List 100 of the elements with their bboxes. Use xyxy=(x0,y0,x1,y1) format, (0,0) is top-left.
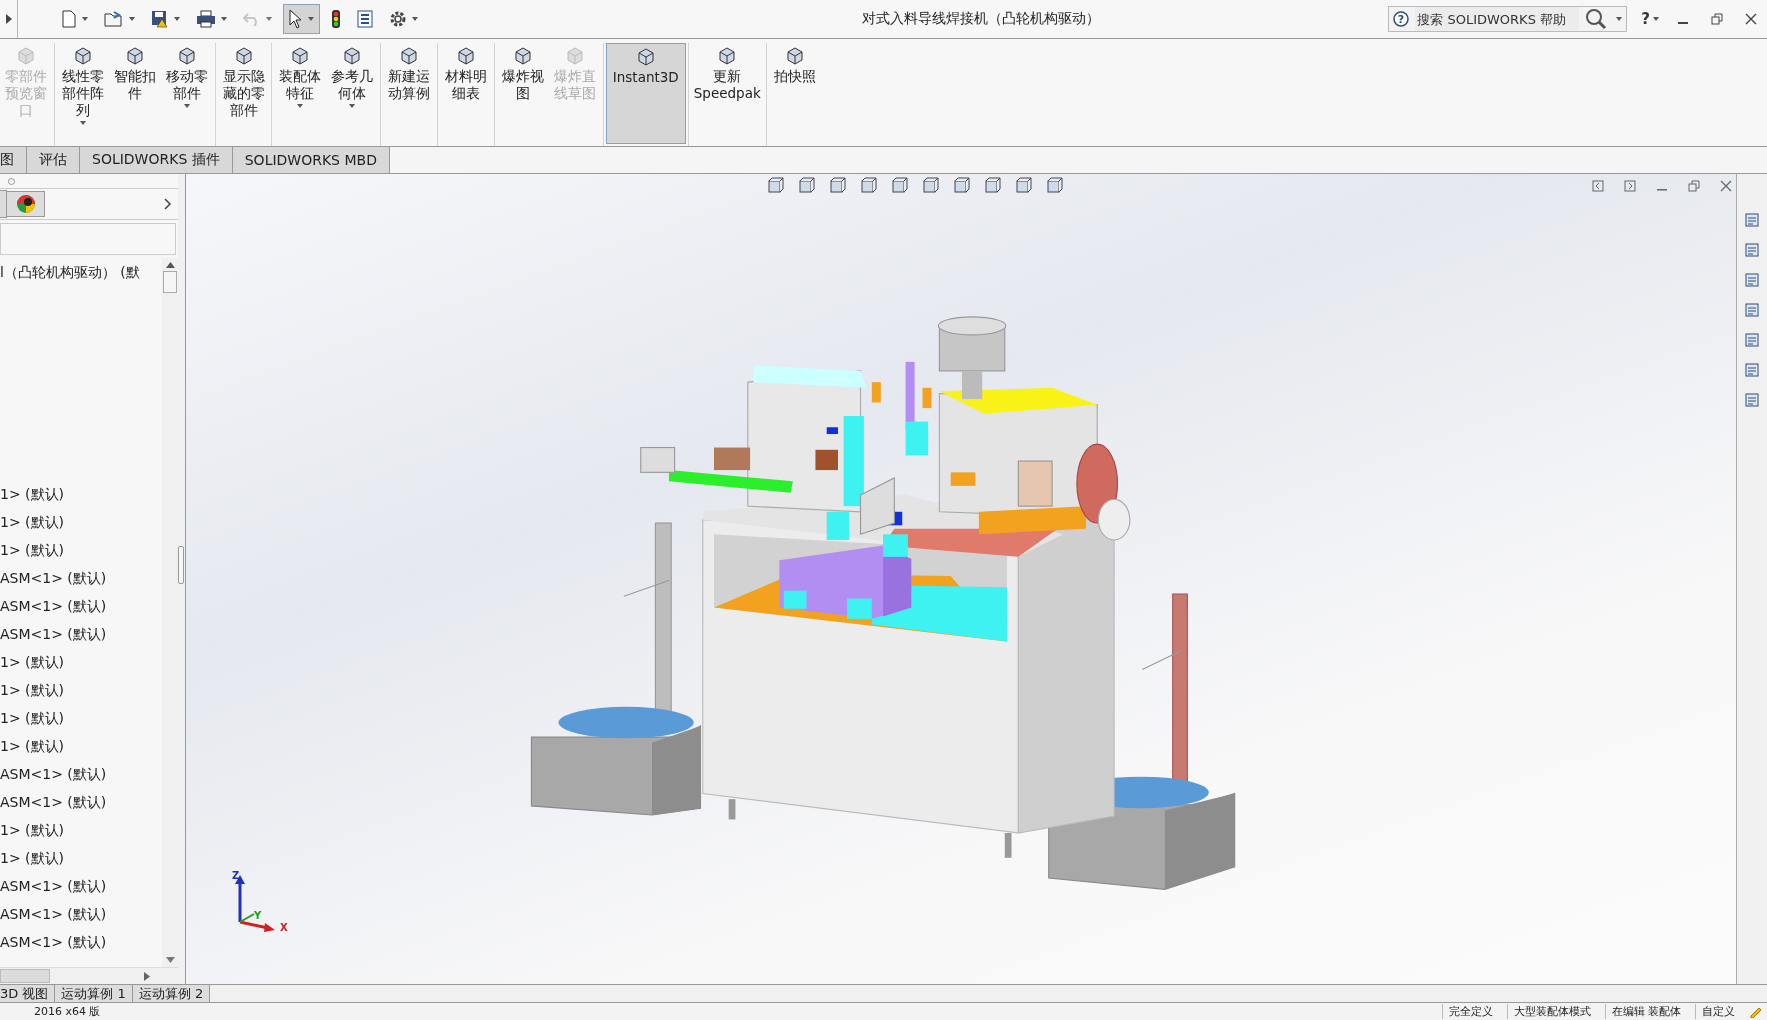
document-icon xyxy=(1744,302,1760,318)
tree-item[interactable]: ASM<1> (默认) xyxy=(0,564,162,592)
ribbon-button[interactable]: 参考几何体 xyxy=(326,43,379,144)
tree-item[interactable]: 1> (默认) xyxy=(0,480,162,508)
scrollbar-thumb[interactable] xyxy=(163,271,177,293)
bottom-tab[interactable]: 3D 视图 xyxy=(0,985,56,1002)
cube-icon xyxy=(717,46,738,66)
tree-item[interactable]: 1> (默认) xyxy=(0,732,162,760)
tree-item[interactable]: ASM<1> (默认) xyxy=(0,900,162,928)
cube-icon xyxy=(784,46,805,66)
ribbon-tab[interactable]: 评估 xyxy=(27,147,80,173)
view-tool-icon[interactable] xyxy=(1014,177,1032,195)
view-tool-icon[interactable] xyxy=(797,177,815,195)
axis-label: Z xyxy=(232,870,240,881)
tree-item[interactable]: ASM<1> (默认) xyxy=(0,872,162,900)
close-icon[interactable] xyxy=(1720,180,1732,192)
ribbon-button[interactable]: 移动零部件 xyxy=(160,43,213,144)
panel-tab[interactable] xyxy=(7,191,45,217)
ribbon-tab[interactable]: SOLIDWORKS MBD xyxy=(232,147,390,173)
scroll-up-icon[interactable] xyxy=(165,262,175,268)
ribbon-button[interactable]: 拍快照 xyxy=(768,43,821,144)
chevron-right-icon[interactable] xyxy=(164,198,172,210)
view-tool-icon[interactable] xyxy=(952,177,970,195)
help-button[interactable]: ? xyxy=(1641,10,1650,28)
caret-icon xyxy=(297,104,304,108)
cube-icon xyxy=(233,46,254,66)
scroll-right-icon[interactable] xyxy=(144,971,150,981)
view-tool-icon[interactable] xyxy=(828,177,846,195)
cube-icon xyxy=(564,46,585,66)
document-icon xyxy=(1744,242,1760,258)
tree-item[interactable]: 1> (默认) xyxy=(0,704,162,732)
bottom-tab[interactable]: 运动算例 1 xyxy=(55,985,133,1002)
view-tool-icon[interactable] xyxy=(1045,177,1063,195)
ribbon-button[interactable]: 装配体特征 xyxy=(274,43,327,144)
panel-right-icon[interactable] xyxy=(1624,180,1636,192)
status-text: 完全定义 xyxy=(1441,1004,1499,1019)
cube-icon xyxy=(72,46,93,66)
document-icon xyxy=(1744,362,1760,378)
view-tool-icon[interactable] xyxy=(890,177,908,195)
axis-label: Y xyxy=(254,910,262,921)
graphics-area[interactable]: Z Y X xyxy=(186,174,1736,984)
restore-icon[interactable] xyxy=(1711,13,1723,25)
ribbon-button[interactable]: 显示隐藏的零部件 xyxy=(217,43,270,144)
tree-item[interactable]: 1> (默认) xyxy=(0,844,162,872)
tree-item[interactable]: 1> (默认) xyxy=(0,508,162,536)
pencil-icon[interactable] xyxy=(1749,1005,1763,1018)
caret-icon xyxy=(174,17,180,21)
search-field[interactable]: ? 搜索 SOLIDWORKS 帮助 xyxy=(1388,6,1628,32)
select-button[interactable] xyxy=(283,4,320,34)
window-title: 对式入料导线焊接机（凸轮机构驱动） xyxy=(860,10,1101,28)
search-icon[interactable] xyxy=(1585,8,1608,30)
splitter-handle[interactable] xyxy=(178,546,184,584)
cube-icon xyxy=(342,46,363,66)
caret-icon xyxy=(82,17,88,21)
tree-item[interactable]: ASM<1> (默认) xyxy=(0,592,162,620)
bottom-tab[interactable]: 运动算例 2 xyxy=(132,985,211,1002)
view-tool-icon[interactable] xyxy=(859,177,877,195)
cube-icon xyxy=(176,46,197,66)
printer-icon xyxy=(196,10,216,28)
vertical-scrollbar[interactable] xyxy=(162,258,178,967)
ribbon-button[interactable]: 材料明细表 xyxy=(440,43,492,144)
panel-left-icon[interactable] xyxy=(1592,180,1604,192)
ribbon-button[interactable]: 线性零部件阵列 xyxy=(56,43,109,144)
caret-icon[interactable] xyxy=(1616,17,1623,21)
horizontal-scrollbar[interactable] xyxy=(0,967,178,984)
restore-icon[interactable] xyxy=(1688,180,1700,192)
tree-item[interactable]: 1> (默认) xyxy=(0,648,162,676)
tree-item[interactable]: 1> (默认) xyxy=(0,536,162,564)
close-icon[interactable] xyxy=(1745,13,1757,25)
tree-item[interactable]: ASM<1> (默认) xyxy=(0,760,162,788)
ribbon-tab[interactable]: SOLIDWORKS 插件 xyxy=(80,147,233,173)
list-icon xyxy=(357,10,373,28)
tree-item[interactable]: ASM<1> (默认) xyxy=(0,788,162,816)
view-tool-icon[interactable] xyxy=(983,177,1001,195)
filter-field[interactable] xyxy=(0,223,176,255)
ribbon-button[interactable]: 爆炸视图 xyxy=(497,43,549,144)
tree-item[interactable]: ASM<1> (默认) xyxy=(0,620,162,648)
ribbon-button[interactable]: Instant3D xyxy=(605,43,686,144)
cube-icon xyxy=(15,46,36,66)
tree-item[interactable]: 1> (默认) xyxy=(0,816,162,844)
tree-item[interactable]: ASM<1> (默认) xyxy=(0,928,162,956)
status-text: 大型装配体模式 xyxy=(1506,1004,1597,1019)
view-tool-icon[interactable] xyxy=(921,177,939,195)
tree-item[interactable]: l（凸轮机构驱动） (默 xyxy=(0,258,162,288)
view-tool-icon[interactable] xyxy=(766,177,784,195)
caret-icon xyxy=(221,17,227,21)
status-text: 在编辑 装配体 xyxy=(1604,1004,1687,1019)
ribbon-button[interactable]: 智能扣件 xyxy=(108,43,161,144)
document-icon xyxy=(1744,212,1760,228)
new-document-icon xyxy=(61,10,77,28)
caret-icon xyxy=(349,104,356,108)
ribbon-button[interactable]: 新建运动算例 xyxy=(383,43,436,144)
ribbon-tab[interactable]: 图 xyxy=(0,147,27,173)
caret-icon xyxy=(412,17,418,21)
cube-icon xyxy=(456,46,477,66)
cube-icon xyxy=(512,46,533,66)
caret-icon[interactable] xyxy=(1653,17,1659,21)
ribbon-button[interactable]: 更新 Speedpak xyxy=(690,43,764,144)
scroll-down-icon[interactable] xyxy=(165,957,175,963)
tree-item[interactable]: 1> (默认) xyxy=(0,676,162,704)
